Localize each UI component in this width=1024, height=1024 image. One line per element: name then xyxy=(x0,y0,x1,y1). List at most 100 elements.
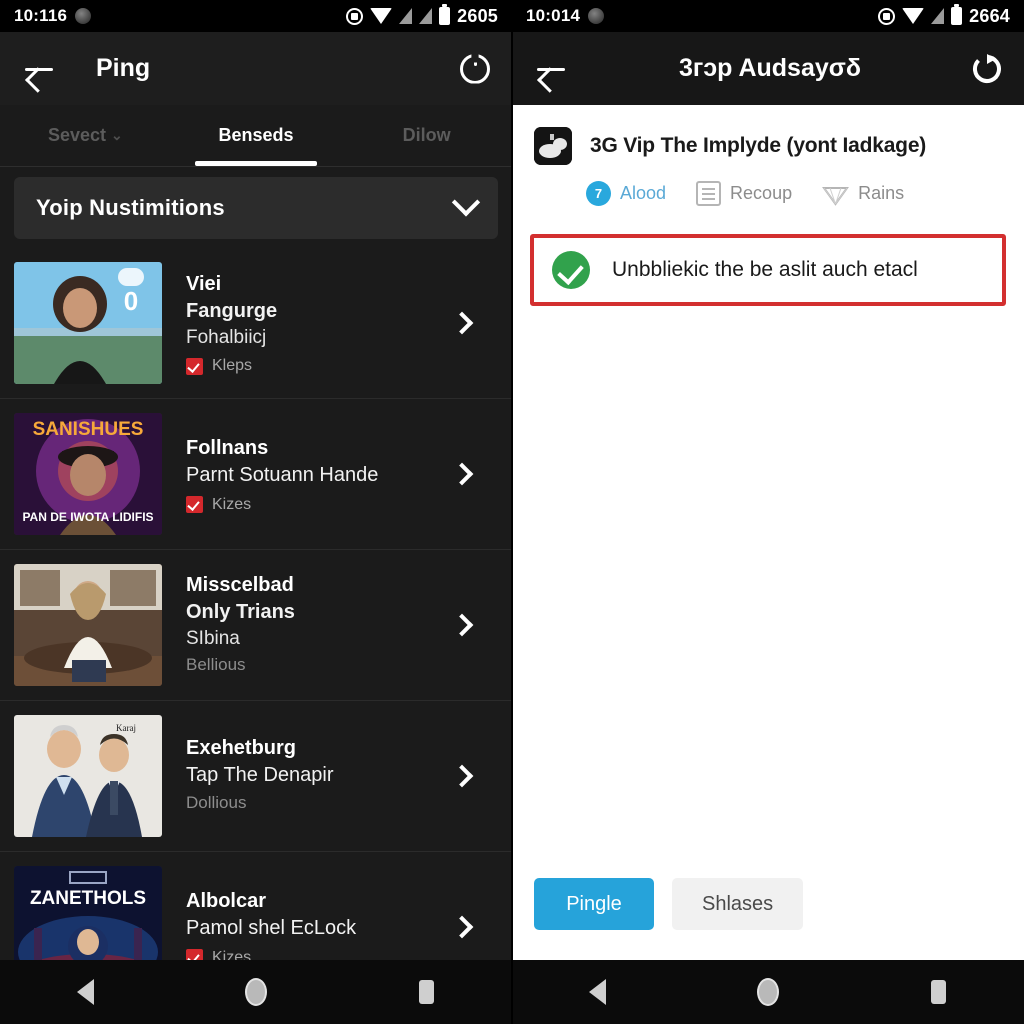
panel-divider xyxy=(511,0,513,1024)
refresh-icon[interactable] xyxy=(972,53,1002,84)
meta-item-alood-label: Alood xyxy=(620,183,667,203)
chevron-down-icon[interactable] xyxy=(451,188,481,217)
nav-back-icon xyxy=(76,979,94,1005)
thumbnail-portrait-woman-outdoor: 0 xyxy=(14,262,162,384)
thumbnail-poster-zanethols: ZANETHOLS xyxy=(14,866,162,960)
list-item-body: Viei Fangurge Fohalbiicj Kleps xyxy=(162,271,454,376)
red-check-icon xyxy=(186,949,203,960)
list-item[interactable]: Karaj Exehetburg Tap The Denapir Dolliou… xyxy=(0,701,512,852)
list-item-flag: Kleps xyxy=(186,357,440,375)
list-item-flag: Kizes xyxy=(186,948,440,961)
tab-sevect[interactable]: Sevect ⌄ xyxy=(0,105,171,166)
svg-text:Karaj: Karaj xyxy=(116,723,136,733)
svg-text:0: 0 xyxy=(124,286,138,316)
chevron-down-icon: ⌄ xyxy=(110,127,123,143)
badge-circle-icon: 7 xyxy=(586,181,611,206)
meta-item-alood[interactable]: 7 Alood xyxy=(586,181,666,206)
list-item[interactable]: 0 Viei Fangurge Fohalbiicj Kleps xyxy=(0,248,512,399)
battery-icon xyxy=(439,4,451,25)
list-item-line3: SIbina xyxy=(186,627,240,649)
list-item-line1: Viei xyxy=(186,272,222,295)
list-item[interactable]: SANISHUES PAN DE IWOTA LIDIFIS Follnans … xyxy=(0,399,512,550)
tab-dilow-label: Dilow xyxy=(402,125,451,145)
alarm-icon xyxy=(878,7,896,25)
back-arrow-icon[interactable] xyxy=(22,52,56,86)
status-battery-number: 2664 xyxy=(969,5,1010,26)
list-item[interactable]: ZANETHOLS Albolcar Pamol shel EcLock Kiz… xyxy=(0,852,512,960)
list-item-line2: Parnt Sotuann Hande xyxy=(186,463,379,486)
svg-text:ZANETHOLS: ZANETHOLS xyxy=(30,888,146,909)
chevron-right-icon[interactable] xyxy=(450,462,474,486)
battery-icon xyxy=(951,4,963,25)
thumbnail-two-men-suits: Karaj xyxy=(14,715,162,837)
list-item-line2: Tap The Denapir xyxy=(186,764,334,787)
nav-recents-button[interactable] xyxy=(904,960,974,1024)
nav-back-icon xyxy=(588,979,606,1005)
detail-meta-row: 7 Alood Recoup Rains xyxy=(512,165,1024,206)
nav-recents-icon xyxy=(419,980,435,1004)
chevron-right-icon[interactable] xyxy=(450,613,474,637)
nav-home-button[interactable] xyxy=(733,960,803,1024)
tab-dilow[interactable]: Dilow xyxy=(341,105,512,166)
tab-sevect-label: Sevect xyxy=(47,125,106,145)
list-item-body: Misscelbad Only Trians SIbina Bellious xyxy=(162,572,454,679)
shlases-button[interactable]: Shlases xyxy=(672,878,804,930)
list-item-flag-label: Kleps xyxy=(212,357,253,375)
nav-recents-button[interactable] xyxy=(392,960,462,1024)
group-header-title: Yoip Nustimitions xyxy=(36,195,225,220)
list-item-line3: Fohalbiicj xyxy=(186,326,267,348)
signal-icon-2 xyxy=(419,8,433,24)
tab-benseds-label: Benseds xyxy=(218,125,294,145)
power-icon[interactable] xyxy=(460,53,490,84)
right-status-bar: 10:014 2664 xyxy=(512,0,1024,32)
thumbnail-poster-sanishues: SANISHUES PAN DE IWOTA LIDIFIS xyxy=(14,413,162,535)
list-item-sub: Bellious xyxy=(186,655,246,675)
status-battery-number: 2605 xyxy=(457,5,498,26)
notification-blob-icon xyxy=(588,8,605,24)
detail-title-row: 3G Vip The Implуde (yont Iadkage) xyxy=(512,105,1024,165)
list-item[interactable]: Misscelbad Only Trians SIbina Bellious xyxy=(0,550,512,701)
page-title: Ping xyxy=(96,54,151,82)
list-item-body: Exehetburg Tap The Denapir Dollious xyxy=(162,735,454,816)
meta-item-recoup[interactable]: Recoup xyxy=(696,181,792,206)
page-title: 3гɔp Audsaуσδ xyxy=(678,54,862,82)
back-arrow-icon[interactable] xyxy=(534,52,568,86)
nav-recents-icon xyxy=(931,980,947,1004)
status-clock: 10:014 xyxy=(526,6,581,25)
status-clock: 10:116 xyxy=(14,6,68,25)
chevron-right-icon[interactable] xyxy=(450,764,474,788)
list-item-line1: Exehetburg xyxy=(186,737,297,760)
right-content-area: 3G Vip The Implуde (yont Iadkage) 7 Aloo… xyxy=(512,105,1024,960)
list-item-line1: Follnans xyxy=(186,436,269,459)
list-item-line2: Fangurge xyxy=(186,299,278,322)
app-thumbnail-icon xyxy=(534,127,572,165)
nav-back-button[interactable] xyxy=(562,960,632,1024)
list-item-flag-label: Kizes xyxy=(212,948,252,961)
detail-action-row: Pingle Shlases xyxy=(512,878,1024,960)
signal-icon xyxy=(931,8,945,24)
meta-item-rains[interactable]: Rains xyxy=(822,182,904,206)
list-item-sub: Dollious xyxy=(186,793,247,813)
chevron-right-icon[interactable] xyxy=(450,311,474,335)
nav-home-icon xyxy=(756,978,779,1006)
tab-benseds[interactable]: Benseds xyxy=(171,105,342,166)
group-header[interactable]: Yoip Nustimitions xyxy=(14,177,498,239)
pingle-button[interactable]: Pingle xyxy=(534,878,654,930)
success-alert-text: Unbbliekic the be aslit auch etacl xyxy=(612,258,918,281)
chevron-right-icon[interactable] xyxy=(450,915,474,939)
left-phone-panel: 10:116 2605 Ping Sevect ⌄ Benseds Dilow … xyxy=(0,0,512,1024)
red-check-icon xyxy=(186,496,203,513)
list-item-flag: Kizes xyxy=(186,496,440,514)
success-check-icon xyxy=(552,251,590,289)
list-item-body: Follnans Parnt Sotuann Hande Kizes xyxy=(162,435,454,514)
red-check-icon xyxy=(186,357,203,375)
right-phone-panel: 10:014 2664 3гɔp Audsaуσδ 3G Vip The Imp… xyxy=(512,0,1024,1024)
nav-back-button[interactable] xyxy=(50,960,120,1024)
notification-blob-icon xyxy=(75,8,92,24)
signal-icon xyxy=(399,8,413,24)
content-list[interactable]: 0 Viei Fangurge Fohalbiicj Kleps SANISHU… xyxy=(0,248,512,960)
diamond-icon xyxy=(822,182,850,206)
nav-home-button[interactable] xyxy=(221,960,291,1024)
list-item-body: Albolcar Pamol shel EcLock Kizes xyxy=(162,888,454,961)
left-navigation-bar xyxy=(0,960,512,1024)
